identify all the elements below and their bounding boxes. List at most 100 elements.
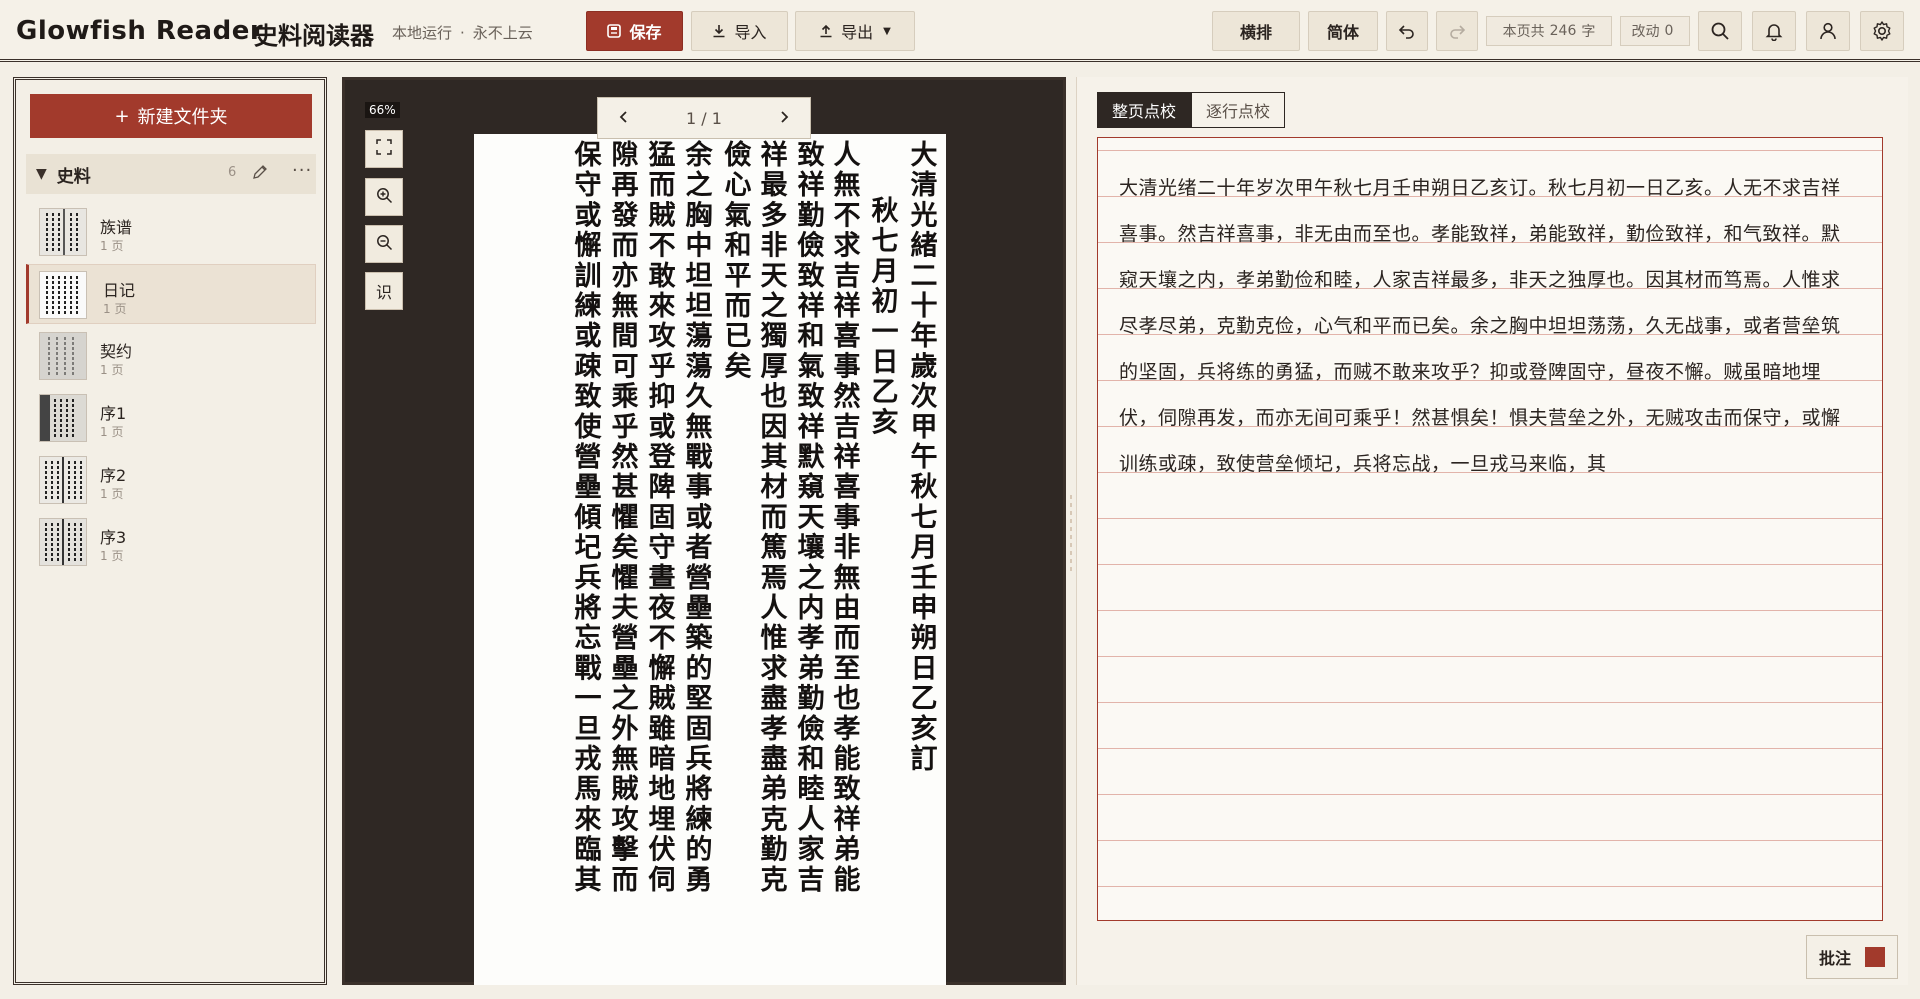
more-options-icon[interactable]: ··· — [292, 160, 312, 181]
document-item[interactable]: 序3 1 页 — [26, 512, 316, 572]
manuscript-column: 人無不求吉祥喜事然吉祥喜事非無由而至也孝能致祥弟能 — [834, 140, 861, 896]
notifications-button[interactable] — [1752, 11, 1796, 51]
manuscript-glyph: 無 — [612, 744, 639, 775]
transcription-editor[interactable]: 大清光绪二十年岁次甲午秋七月壬申朔日乙亥订。秋七月初一日乙亥。人无不求吉祥喜事。… — [1097, 137, 1883, 921]
pencil-icon[interactable] — [252, 164, 268, 184]
manuscript-glyph: 七 — [872, 226, 899, 257]
manuscript-glyph: 午 — [911, 441, 938, 473]
settings-button[interactable] — [1860, 11, 1904, 51]
manuscript-glyph: 而 — [649, 170, 676, 201]
manuscript-glyph: 乎 — [649, 351, 676, 382]
zoom-in-icon — [376, 187, 393, 208]
manuscript-glyph: 來 — [649, 291, 676, 322]
manuscript-glyph: 矣 — [725, 350, 752, 382]
char-count-suffix: 字 — [1581, 24, 1596, 40]
undo-button[interactable] — [1386, 11, 1428, 51]
manuscript-glyph: 懼 — [612, 563, 639, 594]
manuscript-glyph: 其 — [575, 865, 602, 896]
annotate-button[interactable]: 批注 — [1806, 935, 1898, 979]
new-folder-button[interactable]: + 新建文件夹 — [30, 94, 312, 138]
app-header: Glowfish Reader 史料阅读器 本地运行 · 永不上云 保存 导入 导出… — [0, 0, 1920, 62]
import-button[interactable]: 导入 — [691, 11, 788, 51]
document-item[interactable]: 序2 1 页 — [26, 450, 316, 510]
manuscript-column: 猛而賊不敢來攻乎抑或登陴固守晝夜不懈賊雖暗地埋伏伺 — [648, 140, 677, 896]
document-page-count: 1 页 — [100, 487, 124, 501]
folder-row[interactable]: ▼ 史料 6 ··· — [26, 154, 316, 194]
manuscript-glyph: 最 — [761, 170, 788, 201]
manuscript-glyph: 的 — [686, 652, 713, 684]
collapse-triangle-icon[interactable]: ▼ — [36, 166, 47, 182]
document-item[interactable]: 契约 1 页 — [26, 326, 316, 386]
tab-whole-page[interactable]: 整页点校 — [1097, 92, 1192, 128]
manuscript-glyph: 坦 — [686, 291, 713, 322]
export-button[interactable]: 导出 ▼ — [795, 11, 915, 51]
redo-button[interactable] — [1436, 11, 1478, 51]
manuscript-glyph: 陴 — [649, 472, 676, 503]
manuscript-glyph: 初 — [872, 287, 899, 318]
app-brand: Glowfish Reader — [16, 16, 264, 46]
manuscript-glyph: 埋 — [649, 804, 676, 835]
manuscript-glyph: 能 — [834, 864, 861, 896]
manuscript-glyph: 余 — [685, 139, 714, 171]
manuscript-glyph: 能 — [834, 743, 861, 775]
horizontal-layout-button[interactable]: 横排 — [1212, 11, 1300, 51]
simplified-chinese-button[interactable]: 简体 — [1308, 11, 1378, 51]
manuscript-glyph: 然 — [834, 381, 861, 413]
manuscript-glyph: 而 — [725, 291, 752, 322]
manuscript-glyph: 弟 — [798, 653, 825, 684]
manuscript-glyph: 人 — [834, 140, 861, 171]
chevron-right-icon[interactable] — [778, 109, 790, 128]
manuscript-glyph: 間 — [612, 321, 639, 352]
document-item-active[interactable]: 日记 1 页 — [26, 264, 316, 324]
transcription-text[interactable]: 大清光绪二十年岁次甲午秋七月壬申朔日乙亥订。秋七月初一日乙亥。人无不求吉祥喜事。… — [1119, 165, 1859, 487]
document-item[interactable]: 序1 1 页 — [26, 388, 316, 448]
document-title: 契约 — [100, 342, 133, 361]
manuscript-glyph: 祥 — [798, 290, 825, 322]
manuscript-glyph: 晝 — [649, 563, 676, 594]
panel-resizer[interactable] — [1066, 77, 1076, 985]
manuscript-glyph: 致 — [798, 139, 825, 171]
search-button[interactable] — [1698, 11, 1742, 51]
chevron-left-icon[interactable] — [618, 109, 630, 128]
manuscript-glyph: 隙 — [612, 140, 639, 171]
document-title: 序3 — [100, 528, 127, 547]
user-button[interactable] — [1806, 11, 1850, 51]
manuscript-glyph: 十 — [911, 291, 938, 322]
manuscript-glyph: 非 — [834, 533, 861, 564]
save-button[interactable]: 保存 — [586, 11, 683, 51]
page-navigator: 1 / 1 — [597, 97, 811, 139]
manuscript-glyph: 無 — [834, 563, 861, 594]
manuscript-glyph: 伏 — [649, 835, 676, 866]
resize-grip[interactable] — [1070, 495, 1072, 571]
fit-screen-button[interactable] — [365, 130, 403, 168]
manuscript-glyph: 孝 — [761, 714, 788, 745]
manuscript-glyph: 默 — [798, 442, 826, 473]
ocr-button[interactable]: 识 — [365, 272, 403, 310]
manuscript-glyph: 大 — [911, 140, 938, 171]
manuscript-column: 祥最多非天之獨厚也因其材而篤焉人惟求盡孝盡弟克勤克 — [760, 139, 788, 896]
document-title: 序1 — [100, 404, 127, 423]
tab-line-by-line[interactable]: 逐行点校 — [1191, 92, 1286, 128]
document-item[interactable]: 族谱 1 页 — [26, 202, 316, 262]
manuscript-glyph: 而 — [761, 502, 788, 533]
manuscript-glyph: 次 — [911, 382, 938, 413]
manuscript-glyph: 而 — [612, 231, 639, 262]
manuscript-glyph: 朔 — [911, 623, 938, 654]
document-page-count: 1 页 — [100, 239, 124, 253]
user-icon — [1818, 21, 1838, 41]
image-viewer[interactable]: 66% 识 大清光緒二十年歲次甲午秋七月壬申朔日乙亥訂秋七月初一日乙亥人無不求吉… — [342, 77, 1066, 985]
manuscript-glyph: 日 — [872, 347, 899, 378]
manuscript-image: 大清光緒二十年歲次甲午秋七月壬申朔日乙亥訂秋七月初一日乙亥人無不求吉祥喜事然吉祥… — [574, 139, 938, 896]
gear-icon — [1871, 20, 1893, 42]
zoom-in-button[interactable] — [365, 178, 403, 216]
manuscript-glyph: 中 — [686, 231, 713, 262]
manuscript-glyph: 胸 — [686, 200, 713, 231]
manuscript-glyph: 事 — [834, 351, 861, 382]
manuscript-glyph: 或 — [575, 321, 602, 352]
manuscript-glyph: 求 — [761, 653, 788, 684]
manuscript-glyph: 雖 — [649, 714, 676, 745]
manuscript-glyph: 然 — [612, 441, 639, 473]
manuscript-glyph: 夜 — [648, 592, 677, 624]
zoom-out-button[interactable] — [365, 225, 403, 263]
manuscript-glyph: 賊 — [649, 684, 676, 715]
